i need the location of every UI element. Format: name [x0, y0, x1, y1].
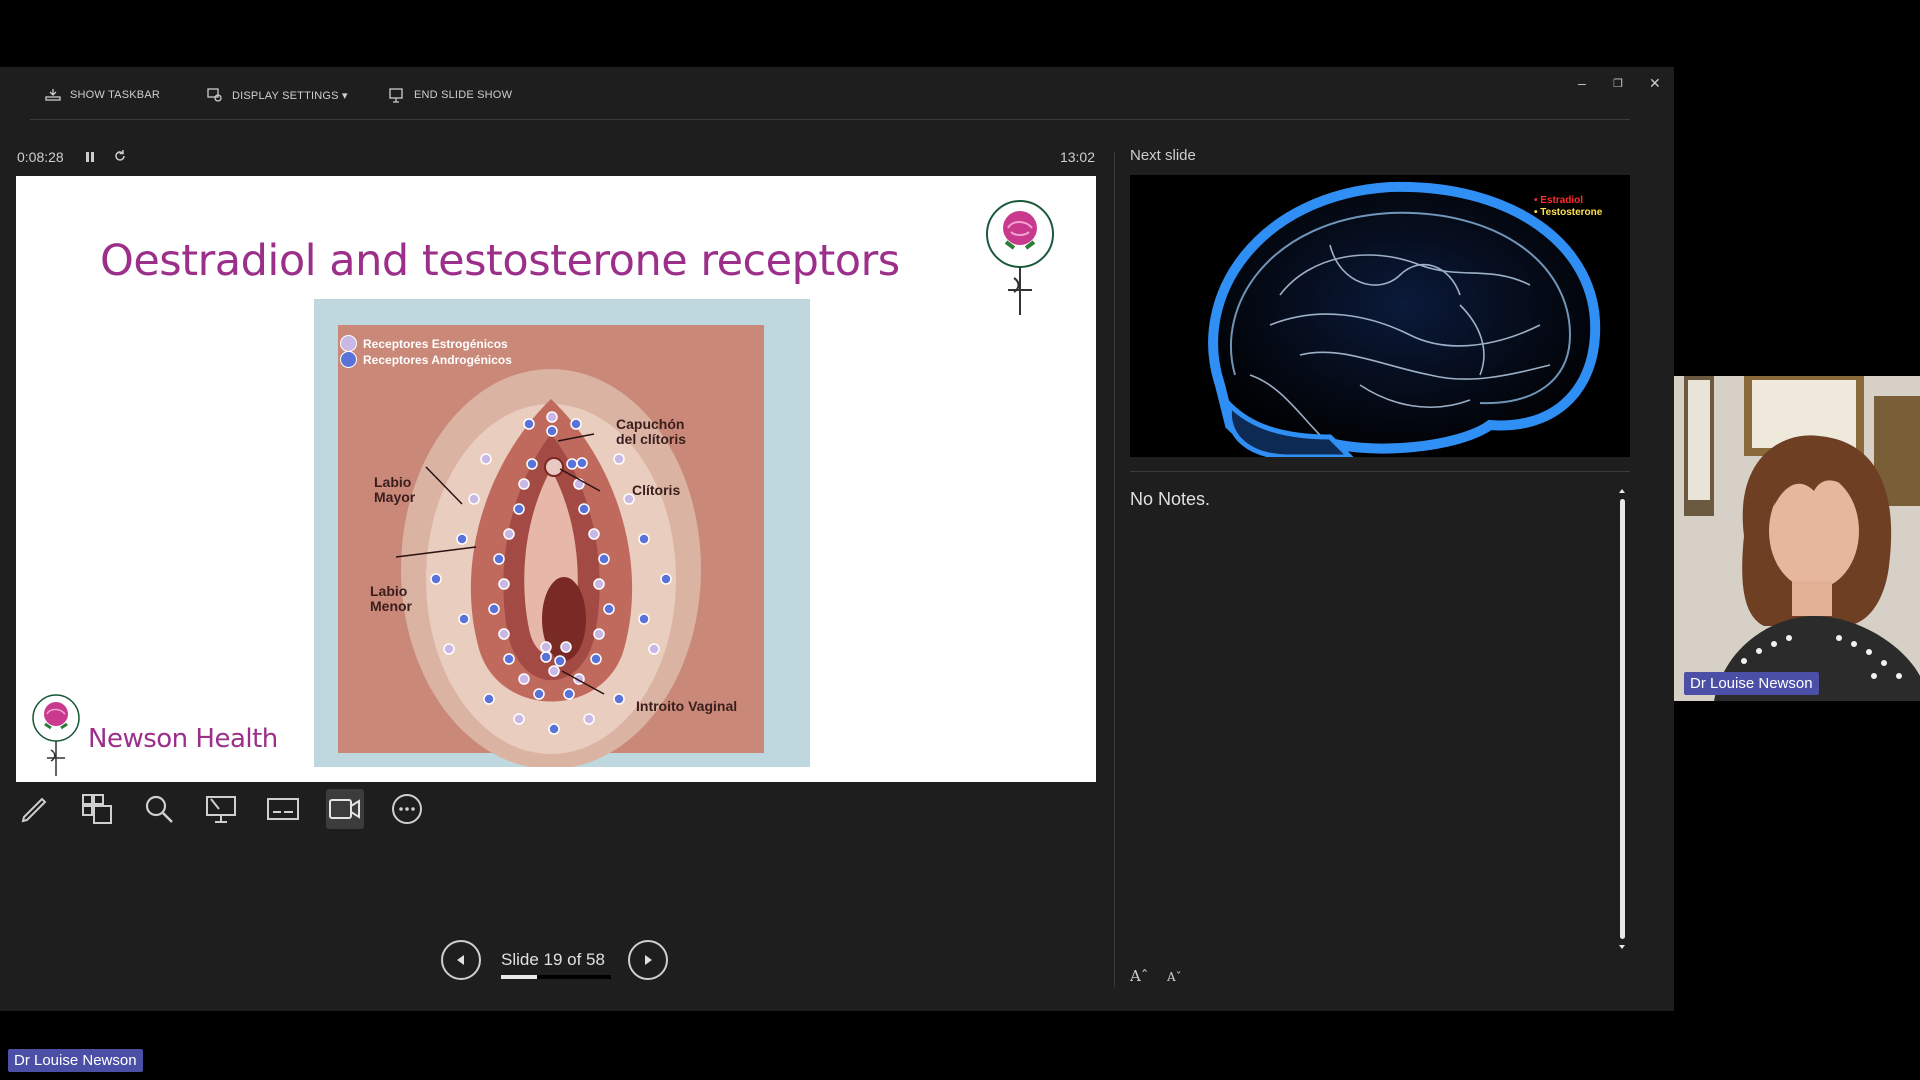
- slide-progress-bar: [501, 975, 611, 979]
- label-labio-menor: Labio Menor: [370, 583, 412, 614]
- legend-estradiol: • Estradiol: [1534, 195, 1584, 206]
- display-settings-icon: [207, 88, 222, 102]
- show-taskbar-button[interactable]: SHOW TASKBAR: [44, 87, 160, 103]
- slides-grid-icon: [82, 794, 112, 824]
- see-all-slides-button[interactable]: [78, 789, 116, 829]
- restore-button[interactable]: ❐: [1613, 77, 1623, 90]
- label-clitoris: Clítoris: [632, 482, 681, 498]
- clock-time: 13:02: [1059, 149, 1095, 165]
- slide-navigation: Slide 19 of 58: [441, 940, 677, 986]
- next-slide-label: Next slide: [1130, 147, 1196, 164]
- end-slide-show-label: END SLIDE SHOW: [414, 89, 513, 101]
- estrogen-dot-icon: [340, 335, 357, 352]
- slide-counter: Slide 19 of 58: [501, 950, 605, 969]
- zoom-button[interactable]: [140, 789, 178, 829]
- subtitles-icon: [267, 798, 299, 820]
- legend-estrogen-label: Receptores Estrogénicos: [363, 336, 508, 351]
- taskbar-icon: [45, 89, 61, 101]
- pane-divider[interactable]: [1114, 152, 1115, 987]
- pause-timer-icon[interactable]: [85, 150, 95, 166]
- reset-timer-icon[interactable]: [113, 149, 127, 166]
- display-settings-label: DISPLAY SETTINGS ▾: [232, 89, 348, 102]
- camera-toggle-button[interactable]: [326, 789, 364, 829]
- slide-progress-fill: [501, 975, 538, 979]
- newson-rose-logo-icon: [986, 200, 1054, 315]
- slide-title: Oestradiol and testosterone receptors: [100, 236, 900, 286]
- previous-slide-button[interactable]: [441, 940, 481, 980]
- next-slide-legend: • Estradiol • Testosterone: [1534, 195, 1602, 219]
- subtitles-button[interactable]: [264, 789, 302, 829]
- legend-androgen: Receptores Androgénicos: [340, 351, 512, 368]
- close-button[interactable]: ✕: [1649, 75, 1661, 92]
- notes-separator[interactable]: [1130, 471, 1630, 472]
- elapsed-time: 0:08:28: [17, 149, 64, 165]
- speaker-notes[interactable]: No Notes.: [1130, 489, 1210, 510]
- legend-estrogen: Receptores Estrogénicos: [340, 335, 508, 352]
- camera-icon: [329, 799, 360, 819]
- androgen-dot-icon: [340, 351, 357, 368]
- notes-scrollbar[interactable]: [1618, 487, 1626, 951]
- scroll-up-icon: [1619, 489, 1625, 493]
- minimize-button[interactable]: –: [1578, 75, 1586, 91]
- pointer-screen-icon: [206, 796, 236, 823]
- label-labio-mayor: Labio Mayor: [374, 474, 416, 505]
- label-capuchon: Capuchón del clítoris: [616, 416, 687, 447]
- newson-logo-small-icon: [32, 694, 80, 776]
- pen-icon: [21, 797, 47, 823]
- pointer-screen-button[interactable]: [202, 789, 240, 829]
- more-options-button[interactable]: [388, 789, 426, 829]
- increase-font-button[interactable]: Aˆ: [1130, 967, 1148, 985]
- brand-name: Newson Health: [88, 724, 278, 754]
- vulva-receptor-diagram: Receptores Estrogénicos Receptores Andro…: [314, 299, 810, 767]
- bottom-speaker-name-tag: Dr Louise Newson: [8, 1049, 143, 1072]
- end-show-icon: [389, 88, 403, 103]
- end-slide-show-button[interactable]: END SLIDE SHOW: [388, 87, 512, 103]
- pen-tool-button[interactable]: [16, 789, 54, 829]
- zoom-icon: [145, 795, 173, 823]
- display-settings-button[interactable]: DISPLAY SETTINGS ▾: [206, 87, 348, 103]
- scroll-down-icon: [1619, 945, 1625, 949]
- speaker-video[interactable]: Dr Louise Newson: [1674, 376, 1920, 701]
- label-introito: Introito Vaginal: [636, 698, 738, 714]
- legend-testosterone: • Testosterone: [1534, 207, 1603, 218]
- presenter-tools: [16, 789, 426, 833]
- anatomy-illustration: [338, 325, 764, 767]
- presenter-view: SHOW TASKBAR DISPLAY SETTINGS ▾ END SLID…: [0, 67, 1674, 1011]
- triangle-left-icon: [457, 955, 464, 965]
- legend-androgen-label: Receptores Androgénicos: [363, 352, 512, 367]
- show-taskbar-label: SHOW TASKBAR: [70, 89, 161, 101]
- scrollbar-thumb[interactable]: [1620, 499, 1625, 939]
- next-slide-preview[interactable]: • Estradiol • Testosterone: [1130, 175, 1630, 457]
- more-icon: [392, 794, 422, 824]
- current-slide: Oestradiol and testosterone receptors Re…: [16, 176, 1096, 782]
- decrease-font-button[interactable]: Aˇ: [1167, 970, 1182, 984]
- speaker-video-frame: [1674, 376, 1920, 701]
- speaker-name-tag: Dr Louise Newson: [1684, 672, 1819, 695]
- next-slide-button[interactable]: [628, 940, 668, 980]
- triangle-right-icon: [645, 955, 652, 965]
- timer-row: 0:08:28 13:02: [17, 149, 1095, 169]
